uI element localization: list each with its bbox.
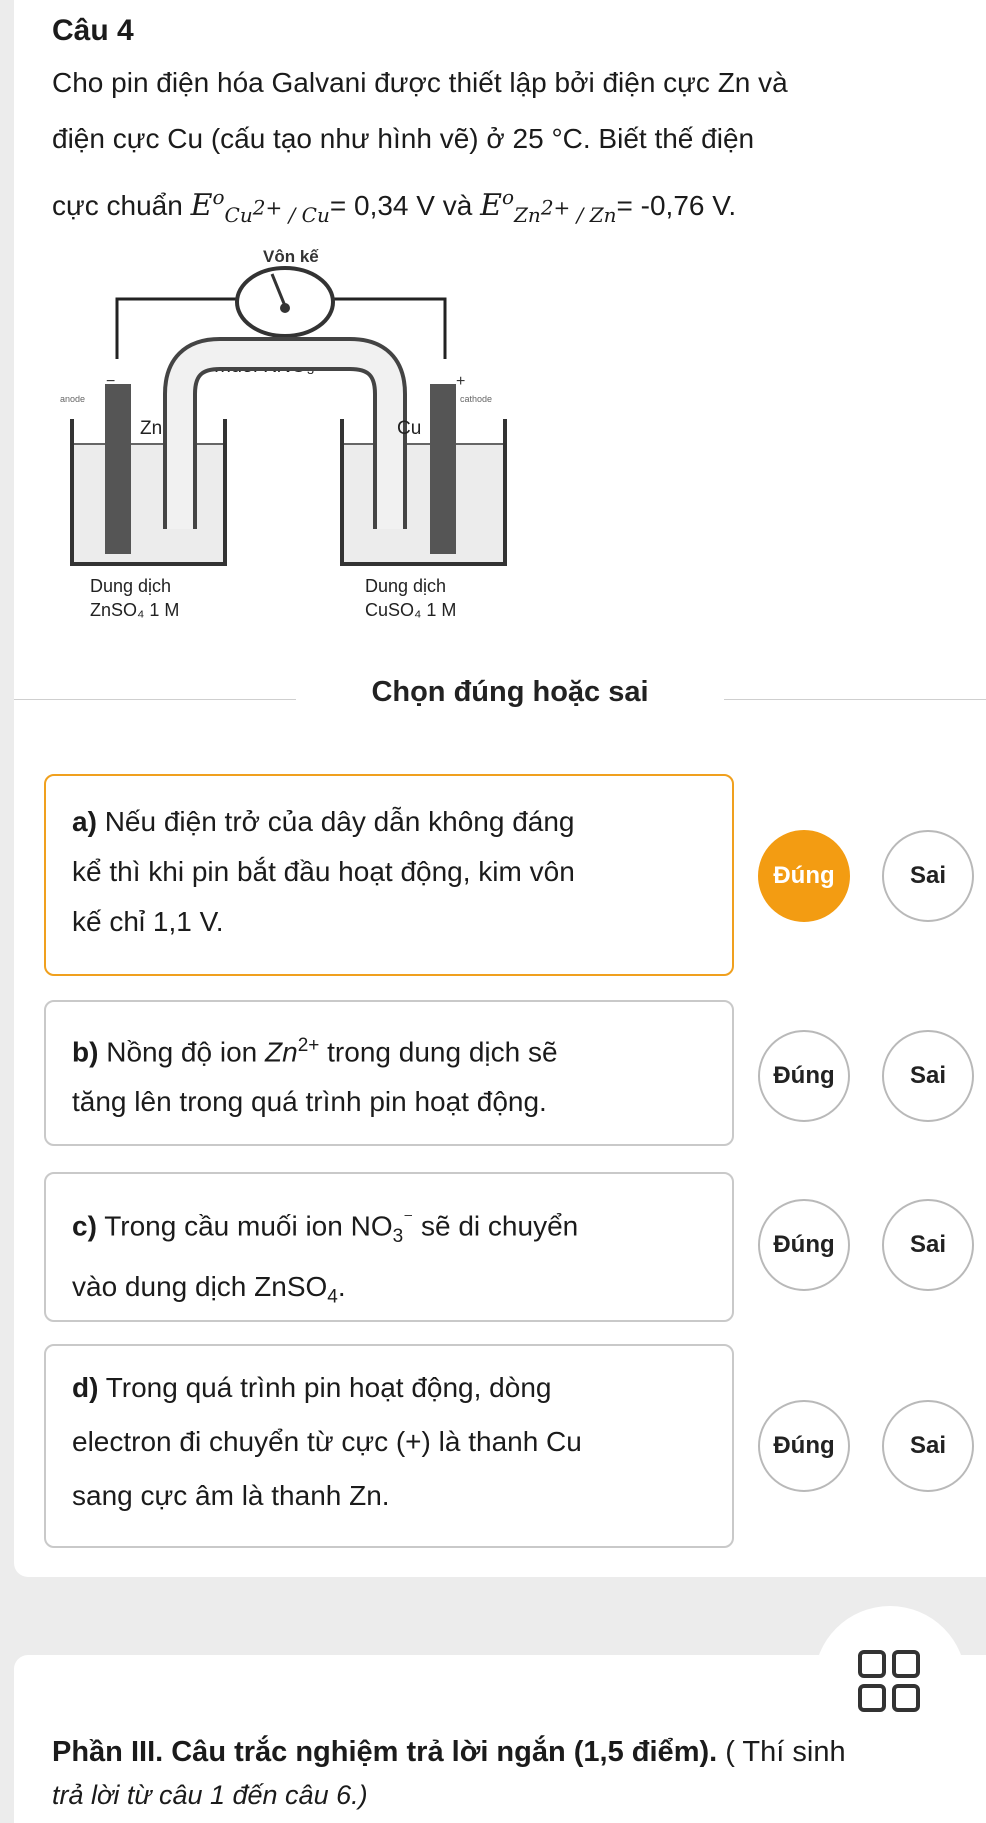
plus-sign: + bbox=[456, 373, 465, 390]
section-heading: Chọn đúng hoặc sai bbox=[371, 676, 649, 708]
statement-d-false-button[interactable]: Sai bbox=[882, 1400, 974, 1492]
anode-label: anode bbox=[60, 394, 85, 404]
cathode-label: cathode bbox=[460, 394, 492, 404]
statement-d-line-1: d) Trong quá trình pin hoạt động, dòng bbox=[72, 1372, 552, 1403]
statement-c-line-2: vào dung dịch ZnSO4. bbox=[72, 1270, 346, 1308]
statement-c-true-button[interactable]: Đúng bbox=[758, 1199, 850, 1291]
statement-b-line-2: tăng lên trong quá trình pin hoạt động. bbox=[72, 1086, 547, 1118]
zn-electrode-label: Zn bbox=[140, 418, 162, 439]
statement-b-false-button[interactable]: Sai bbox=[882, 1030, 974, 1122]
divider-left bbox=[14, 699, 296, 700]
statement-a-false-button[interactable]: Sai bbox=[882, 830, 974, 922]
statement-a-box: a) Nếu điện trở của dây dẫn không đáng k… bbox=[44, 774, 734, 976]
divider-right bbox=[724, 699, 986, 700]
e-zn-symbol: EoZn2+ / Zn bbox=[480, 185, 617, 227]
statement-c-box: c) Trong cầu muối ion NO3⁻ sẽ di chuyển … bbox=[44, 1172, 734, 1322]
left-solution-label-1: Dung dịch bbox=[90, 576, 171, 596]
question-line-2: điện cực Cu (cấu tạo như hình vẽ) ở 25 °… bbox=[52, 123, 755, 154]
statement-a-line-2: kể thì khi pin bắt đầu hoạt động, kim vô… bbox=[72, 856, 575, 887]
statement-b-line-1: b) Nồng độ ion Zn2+ trong dung dịch sẽ bbox=[72, 1035, 558, 1068]
e-cu-symbol: EoCu2+ / Cu bbox=[190, 185, 330, 227]
voltmeter-icon bbox=[235, 266, 335, 338]
statement-d-line-3: sang cực âm là thanh Zn. bbox=[72, 1480, 390, 1511]
statement-a-line-1: a) Nếu điện trở của dây dẫn không đáng bbox=[72, 806, 575, 837]
statement-c-false-button[interactable]: Sai bbox=[882, 1199, 974, 1291]
statement-d-true-button[interactable]: Đúng bbox=[758, 1400, 850, 1492]
galvanic-cell-diagram: Vôn kế Cầu muối KNO₃ − + anode cathode Z… bbox=[60, 247, 507, 620]
statement-a-true-button[interactable]: Đúng bbox=[758, 830, 850, 922]
statement-c-line-1: c) Trong cầu muối ion NO3⁻ sẽ di chuyển bbox=[72, 1209, 579, 1247]
left-solution-label-2: ZnSO₄ 1 M bbox=[90, 600, 179, 620]
statement-d-box: d) Trong quá trình pin hoạt động, dòng e… bbox=[44, 1344, 734, 1548]
statement-d-line-2: electron đi chuyển từ cực (+) là thanh C… bbox=[72, 1426, 582, 1457]
right-solution-label-1: Dung dịch bbox=[365, 576, 446, 596]
voltmeter-label: Vôn kế bbox=[263, 247, 319, 266]
question-title: Câu 4 bbox=[52, 14, 134, 47]
statement-b-box: b) Nồng độ ion Zn2+ trong dung dịch sẽ t… bbox=[44, 1000, 734, 1146]
part3-title: Phần III. Câu trắc nghiệm trả lời ngắn (… bbox=[52, 1736, 846, 1768]
question-line-1: Cho pin điện hóa Galvani được thiết lập … bbox=[52, 67, 788, 98]
statement-a-line-3: kế chỉ 1,1 V. bbox=[72, 906, 224, 937]
question-line-3: cực chuẩn EoCu2+ / Cu= 0,34 V và EoZn2+ … bbox=[52, 185, 737, 227]
part3-subtitle: trả lời từ câu 1 đến câu 6.) bbox=[52, 1780, 368, 1810]
statement-b-true-button[interactable]: Đúng bbox=[758, 1030, 850, 1122]
cu-electrode-label: Cu bbox=[397, 418, 421, 439]
right-solution-label-2: CuSO₄ 1 M bbox=[365, 600, 456, 620]
